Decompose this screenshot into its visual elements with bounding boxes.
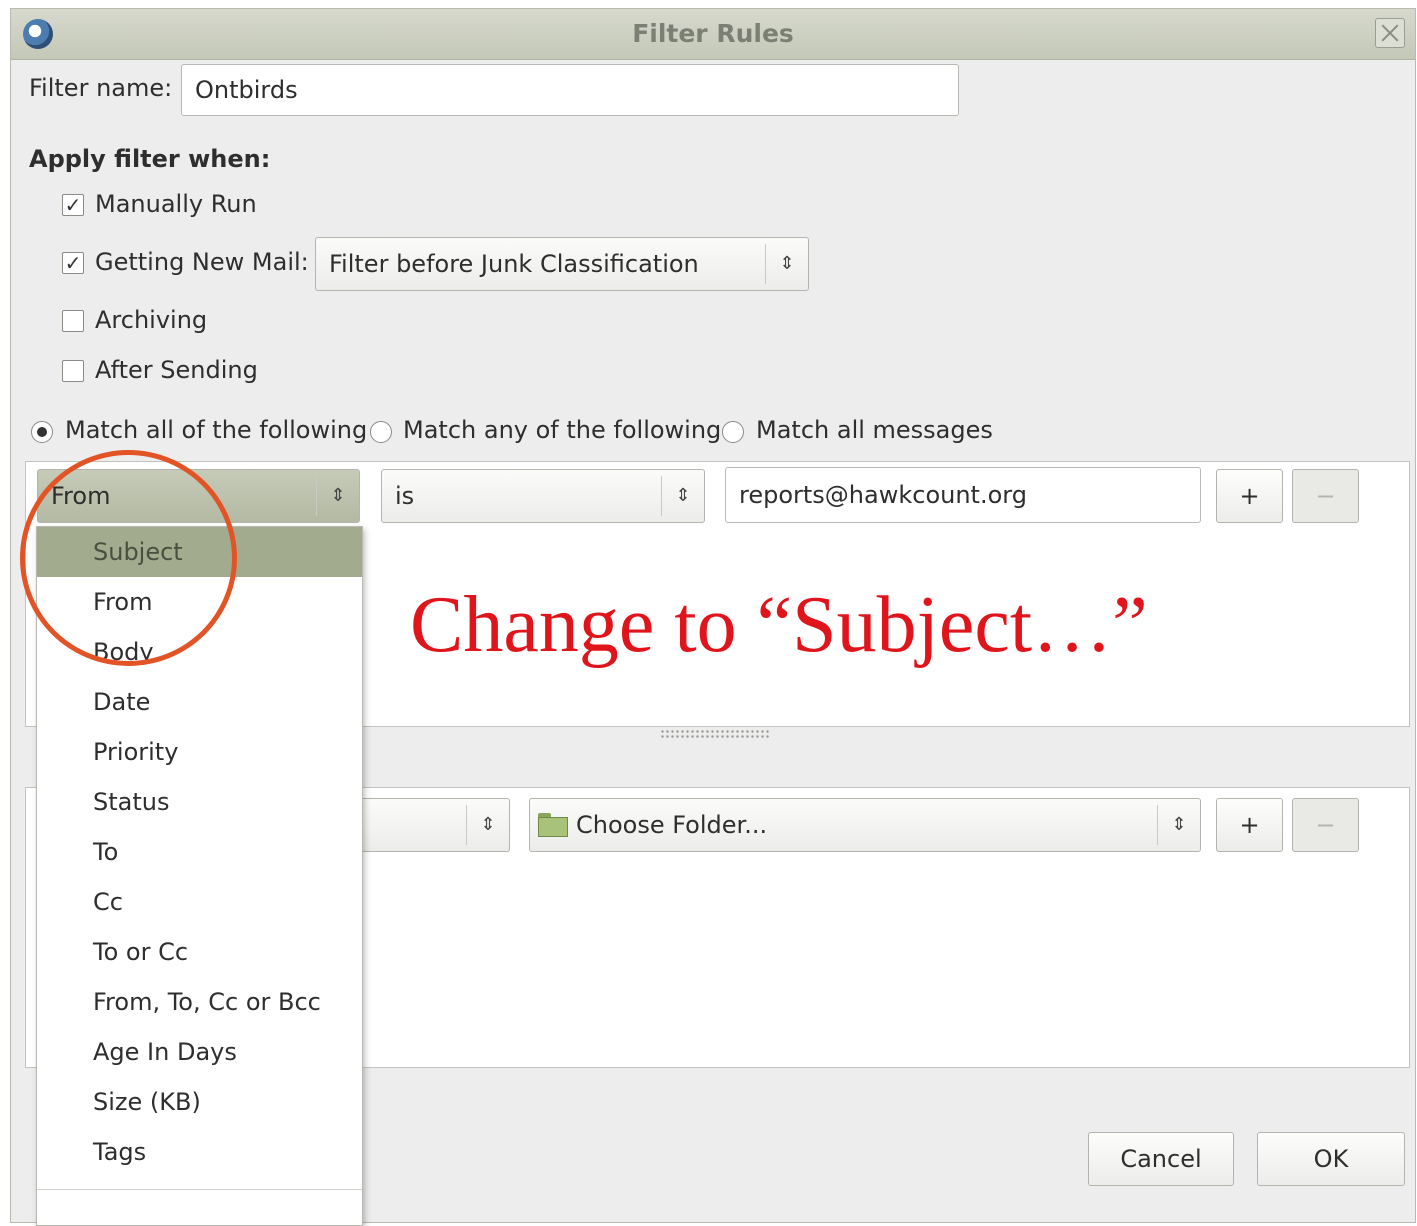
manually-run-checkbox[interactable]: ✓: [62, 194, 84, 216]
annotation-text: Change to “Subject…”: [410, 581, 1148, 669]
apply-filter-heading: Apply filter when:: [29, 145, 271, 173]
splitter-grip[interactable]: [660, 729, 770, 739]
match-any-radio[interactable]: [370, 421, 392, 443]
menu-item-to[interactable]: To: [37, 827, 362, 877]
menu-item-tags[interactable]: Tags: [37, 1127, 362, 1177]
after-sending-label: After Sending: [95, 356, 258, 384]
menu-item-priority[interactable]: Priority: [37, 727, 362, 777]
add-action-button[interactable]: +: [1216, 798, 1283, 852]
cancel-button[interactable]: Cancel: [1088, 1132, 1234, 1186]
annotation-circle: [20, 450, 237, 666]
folder-icon: [538, 813, 568, 837]
filter-name-input[interactable]: Ontbirds: [181, 64, 959, 116]
updown-arrow-icon: ⇕: [661, 476, 704, 516]
match-all-messages-label: Match all messages: [756, 416, 993, 444]
rule-operator-value: is: [395, 482, 415, 510]
menu-item-date[interactable]: Date: [37, 677, 362, 727]
match-all-messages-radio[interactable]: [722, 421, 744, 443]
menu-item-age-in-days[interactable]: Age In Days: [37, 1027, 362, 1077]
menu-item-status[interactable]: Status: [37, 777, 362, 827]
updown-arrow-icon: ⇕: [316, 476, 359, 516]
updown-arrow-icon: ⇕: [765, 244, 808, 284]
menu-item-to-or-cc[interactable]: To or Cc: [37, 927, 362, 977]
add-rule-button[interactable]: +: [1216, 469, 1283, 523]
match-all-label: Match all of the following: [65, 416, 368, 444]
updown-arrow-icon: ⇕: [466, 805, 509, 845]
title-bar[interactable]: Filter Rules: [11, 9, 1415, 60]
junk-timing-value: Filter before Junk Classification: [329, 250, 699, 278]
ok-button[interactable]: OK: [1257, 1132, 1405, 1186]
menu-item-size-kb[interactable]: Size (KB): [37, 1077, 362, 1127]
menu-item-from-to-cc-bcc[interactable]: From, To, Cc or Bcc: [37, 977, 362, 1027]
match-any-label: Match any of the following: [403, 416, 722, 444]
manually-run-label: Manually Run: [95, 190, 257, 218]
menu-separator: [37, 1189, 362, 1190]
filter-name-label: Filter name:: [29, 74, 173, 102]
getting-new-mail-label: Getting New Mail:: [95, 248, 309, 276]
rule-operator-select[interactable]: is ⇕: [381, 469, 705, 523]
updown-arrow-icon: ⇕: [1157, 805, 1200, 845]
window-title: Filter Rules: [632, 19, 794, 48]
target-folder-select[interactable]: Choose Folder... ⇕: [529, 798, 1201, 852]
close-button[interactable]: [1375, 18, 1405, 48]
target-folder-value: Choose Folder...: [576, 811, 768, 839]
archiving-label: Archiving: [95, 306, 208, 334]
remove-action-button[interactable]: −: [1292, 798, 1359, 852]
after-sending-checkbox[interactable]: [62, 360, 84, 382]
junk-timing-select[interactable]: Filter before Junk Classification ⇕: [315, 237, 809, 291]
archiving-checkbox[interactable]: [62, 310, 84, 332]
match-all-radio[interactable]: [31, 421, 53, 443]
menu-item-cc[interactable]: Cc: [37, 877, 362, 927]
rule-value-input[interactable]: reports@hawkcount.org: [725, 467, 1201, 523]
remove-rule-button[interactable]: −: [1292, 469, 1359, 523]
getting-new-mail-checkbox[interactable]: ✓: [62, 252, 84, 274]
